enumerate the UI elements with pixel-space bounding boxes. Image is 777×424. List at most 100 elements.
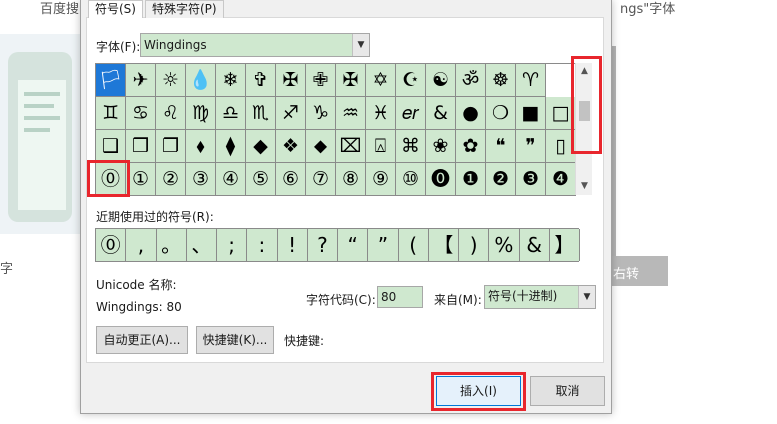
symbol-cell[interactable]: ☯ [426, 64, 456, 97]
symbol-cell[interactable]: ③ [186, 163, 216, 196]
recent-symbol-cell[interactable]: ; [217, 229, 248, 261]
symbol-cell[interactable]: & [426, 97, 456, 130]
symbol-cell[interactable]: ⑥ [276, 163, 306, 196]
symbol-cell[interactable]: ☪ [396, 64, 426, 97]
selected-symbol-highlight [87, 160, 130, 197]
symbol-cell[interactable]: ④ [216, 163, 246, 196]
background-right-divider [612, 46, 616, 280]
symbol-cell[interactable]: 🏳 [96, 64, 126, 97]
symbol-cell[interactable]: ❄ [216, 64, 246, 97]
symbol-cell[interactable]: ❒ [126, 130, 156, 163]
symbol-cell[interactable]: ⬧ [186, 130, 216, 163]
from-select[interactable]: 符号(十进制) ▼ [484, 285, 596, 309]
symbol-cell[interactable]: ✡ [366, 64, 396, 97]
recent-symbol-cell[interactable]: 【 [428, 229, 459, 261]
symbol-cell[interactable]: ⧫ [216, 130, 246, 163]
symbol-cell[interactable]: ॐ [456, 64, 486, 97]
shortcut-key-label: 快捷键: [284, 334, 325, 348]
symbol-cell[interactable]: ♊ [96, 97, 126, 130]
symbol-cell[interactable]: ● [456, 97, 486, 130]
symbol-cell[interactable]: ⬥ [306, 130, 336, 163]
phone-line [24, 92, 60, 96]
font-select-value: Wingdings [144, 38, 207, 52]
symbol-cell[interactable]: ❑ [96, 130, 126, 163]
symbol-cell[interactable]: ✈ [126, 64, 156, 97]
symbol-cell[interactable]: ⓿ [426, 163, 456, 196]
symbol-cell[interactable]: ♒ [336, 97, 366, 130]
symbol-cell[interactable]: ❍ [486, 97, 516, 130]
symbol-cell[interactable]: ♎ [216, 97, 246, 130]
recent-symbol-cell[interactable]: & [519, 229, 550, 261]
symbol-cell[interactable]: ♐ [276, 97, 306, 130]
symbol-cell[interactable]: ♑ [306, 97, 336, 130]
symbol-cell[interactable]: ① [126, 163, 156, 196]
symbol-cell[interactable]: ⑧ [336, 163, 366, 196]
recent-symbol-cell[interactable]: % [489, 229, 520, 261]
scroll-down-icon[interactable]: ▼ [576, 178, 593, 195]
symbol-cell[interactable]: ◆ [246, 130, 276, 163]
symbol-cell[interactable]: ♌ [156, 97, 186, 130]
symbol-cell[interactable]: ⑤ [246, 163, 276, 196]
symbol-cell[interactable]: ❸ [516, 163, 546, 196]
symbol-cell[interactable]: ♈ [516, 64, 546, 97]
symbol-cell[interactable]: ♓ [366, 97, 396, 130]
symbol-cell[interactable]: ☸ [486, 64, 516, 97]
recent-symbol-cell[interactable]: : [247, 229, 278, 261]
symbol-cell[interactable]: ⑦ [306, 163, 336, 196]
symbol-cell[interactable]: ❖ [276, 130, 306, 163]
recent-symbol-cell[interactable]: “ [338, 229, 369, 261]
autocorrect-button[interactable]: 自动更正(A)... [96, 326, 188, 354]
symbol-cell[interactable]: ☼ [156, 64, 186, 97]
background-top-right-text: ngs"字体 [620, 2, 676, 17]
tab-symbols[interactable]: 符号(S) [88, 0, 143, 18]
symbol-cell[interactable]: 𝑒𝑟 [396, 97, 426, 130]
background-top-left-text: 百度搜 [40, 2, 80, 17]
recent-symbol-cell[interactable]: ! [277, 229, 308, 261]
from-select-value: 符号(十进制) [488, 289, 558, 303]
recent-symbols-label: 近期使用过的符号(R): [96, 210, 214, 224]
recent-symbol-cell[interactable]: ? [307, 229, 338, 261]
symbol-grid: 🏳 ✈ ☼ 💧 ❄ ✞ ✠ ✙ ✠ ✡ ☪ ☯ ॐ ☸ ♈ ♊ ♋ ♌ ♍ ♎ ♏ ♐ ♑ ♒ ♓ 𝑒𝑟 & ● ❍ ■ □ ❑ ❒ ❐ ⬧ ⧫ ◆ ❖ ⬥… [95, 63, 576, 196]
symbol-cell[interactable]: ⑩ [396, 163, 426, 196]
symbol-cell[interactable]: ❞ [516, 130, 546, 163]
symbol-cell[interactable]: ✿ [456, 130, 486, 163]
symbol-cell[interactable]: ⍓ [366, 130, 396, 163]
symbol-cell[interactable]: ② [156, 163, 186, 196]
shortcut-key-button[interactable]: 快捷键(K)... [196, 326, 274, 354]
symbol-cell[interactable]: ✙ [306, 64, 336, 97]
symbol-cell[interactable]: ❶ [456, 163, 486, 196]
recent-symbol-cell[interactable]: 、 [186, 229, 217, 261]
symbol-cell[interactable]: ♍ [186, 97, 216, 130]
symbol-cell[interactable]: ❀ [426, 130, 456, 163]
symbol-cell[interactable]: ♋ [126, 97, 156, 130]
chevron-down-icon[interactable]: ▼ [352, 34, 369, 56]
chevron-down-icon[interactable]: ▼ [578, 286, 595, 308]
symbol-cell[interactable]: ♏ [246, 97, 276, 130]
recent-symbol-cell[interactable]: ) [459, 229, 490, 261]
symbol-cell[interactable]: ❐ [156, 130, 186, 163]
scrollbar-highlight [571, 56, 602, 154]
symbol-cell[interactable]: ✠ [336, 64, 366, 97]
recent-symbol-cell[interactable]: ( [398, 229, 429, 261]
recent-symbol-cell[interactable]: 】 [549, 229, 580, 261]
symbol-cell[interactable]: 💧 [186, 64, 216, 97]
symbol-cell[interactable]: ⌘ [396, 130, 426, 163]
symbol-cell[interactable]: ⌧ [336, 130, 366, 163]
symbol-cell[interactable]: ■ [516, 97, 546, 130]
recent-symbol-cell[interactable]: , [126, 229, 157, 261]
symbol-cell[interactable]: ✞ [246, 64, 276, 97]
font-label: 字体(F): [96, 40, 141, 54]
cancel-button[interactable]: 取消 [530, 376, 605, 406]
symbol-cell[interactable]: ✠ [276, 64, 306, 97]
symbol-cell[interactable]: ❝ [486, 130, 516, 163]
symbol-cell[interactable]: ⑨ [366, 163, 396, 196]
recent-symbol-cell[interactable]: ⓪ [96, 229, 127, 261]
background-side-char: 字 [0, 262, 14, 277]
recent-symbol-cell[interactable]: 。 [156, 229, 187, 261]
tab-special-characters[interactable]: 特殊字符(P) [145, 0, 224, 18]
symbol-cell[interactable]: ❹ [546, 163, 576, 196]
symbol-cell[interactable]: ❷ [486, 163, 516, 196]
recent-symbol-cell[interactable]: ” [368, 229, 399, 261]
char-code-input[interactable]: 80 [377, 286, 423, 308]
font-select[interactable]: Wingdings ▼ [140, 33, 370, 57]
